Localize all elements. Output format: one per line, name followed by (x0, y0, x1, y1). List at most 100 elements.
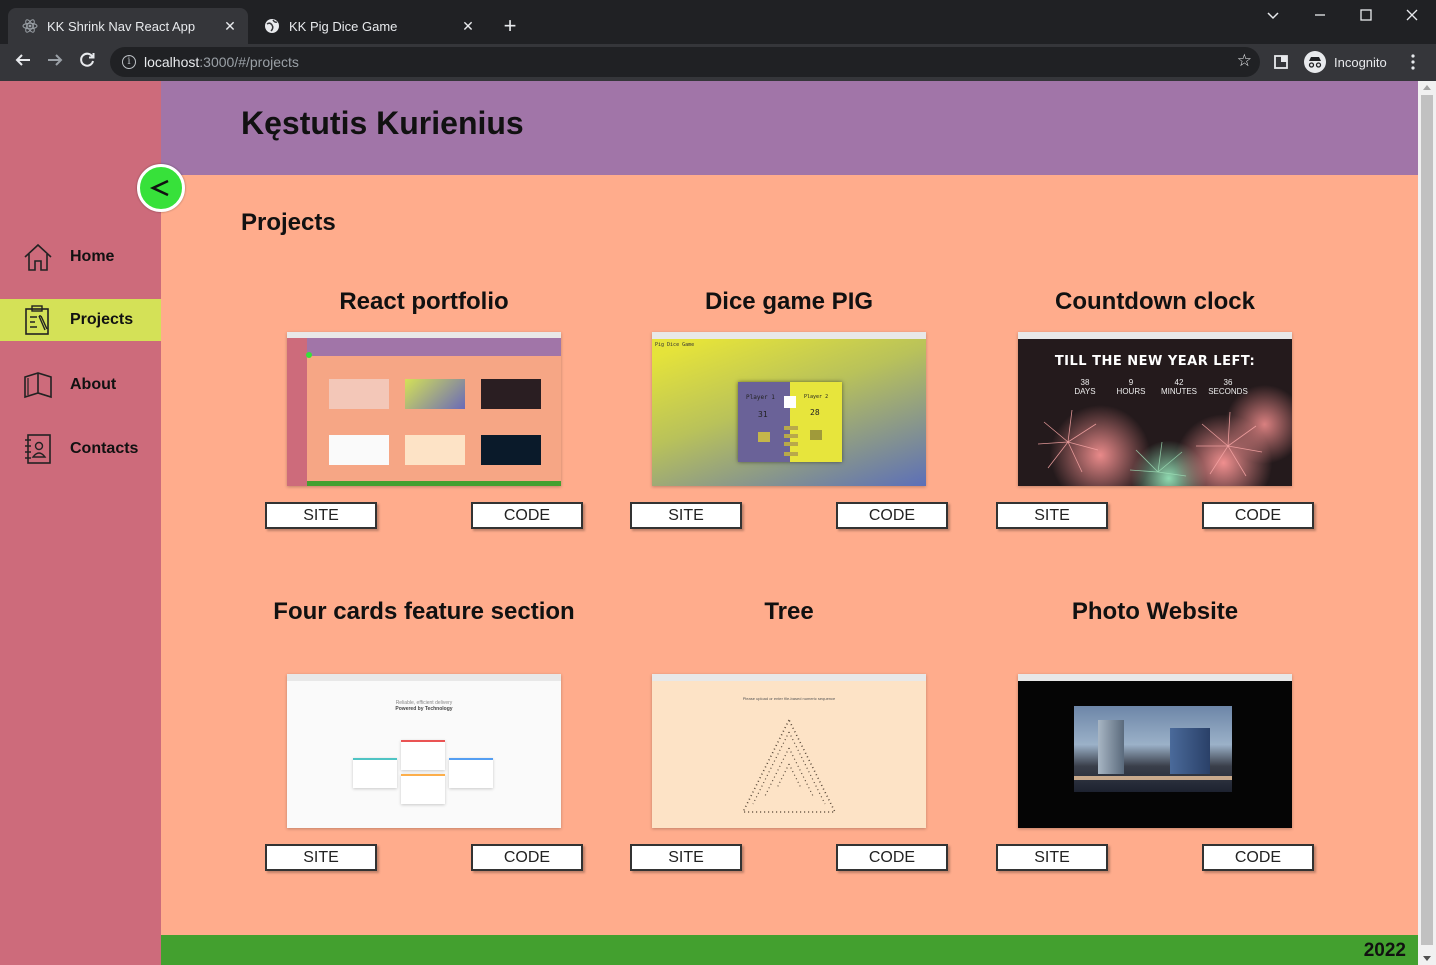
page-header: Kęstutis Kurienius (161, 81, 1418, 175)
project-thumbnail[interactable]: Pig Dice Game Player 1 31 Player 2 28 (652, 332, 926, 486)
globe-icon (264, 18, 280, 34)
browser-tab-inactive[interactable]: KK Pig Dice Game ✕ (250, 8, 486, 44)
project-thumbnail[interactable]: TILL THE NEW YEAR LEFT: 38 DAYS 9 HOURS 42… (1018, 332, 1292, 486)
countdown-label: HOURS (1116, 387, 1146, 396)
site-button[interactable]: SITE (265, 502, 377, 529)
project-button-row: SITE CODE (265, 844, 583, 871)
mini-card (481, 379, 541, 409)
countdown-value: 42 (1174, 378, 1184, 387)
code-button[interactable]: CODE (836, 502, 948, 529)
project-title: Countdown clock (1055, 288, 1255, 315)
mini-browser-bar (1018, 674, 1292, 681)
site-button[interactable]: SITE (630, 502, 742, 529)
sidebar-toggle-button[interactable] (137, 164, 185, 212)
mini-card (405, 435, 465, 465)
reload-icon[interactable] (74, 50, 100, 76)
mini-building (1170, 728, 1210, 774)
minimize-icon[interactable] (1305, 6, 1335, 28)
tab-search-icon[interactable] (1258, 6, 1288, 28)
reading-list-icon[interactable] (1272, 48, 1290, 76)
project-title: React portfolio (339, 288, 509, 315)
browser-menu-icon[interactable] (1406, 48, 1420, 76)
site-button[interactable]: SITE (265, 844, 377, 871)
sidebar-item-label: Home (70, 248, 115, 265)
browser-tab-active[interactable]: KK Shrink Nav React App ✕ (8, 8, 248, 44)
sidebar: Home Projects About Contacts (0, 81, 161, 965)
project-card: Tree Please upload or enter file-based n… (606, 596, 972, 896)
scroll-down-arrow-icon[interactable] (1423, 956, 1431, 961)
mini-feature-card (401, 740, 445, 770)
project-button-row: SITE CODE (630, 844, 948, 871)
sidebar-item-home[interactable]: Home (0, 236, 161, 278)
project-button-row: SITE CODE (996, 502, 1314, 529)
site-button[interactable]: SITE (996, 502, 1108, 529)
book-icon (24, 372, 52, 399)
site-info-icon[interactable]: i (122, 55, 136, 69)
mini-sidebar (287, 338, 307, 486)
project-thumbnail[interactable] (287, 332, 561, 486)
mini-current (758, 432, 770, 442)
sidebar-item-label: Projects (70, 311, 134, 328)
address-bar[interactable]: i localhost:3000/#/projects ☆ (110, 47, 1260, 77)
code-button[interactable]: CODE (836, 844, 948, 871)
mini-current (810, 430, 822, 440)
new-tab-button[interactable]: + (498, 14, 522, 38)
mini-light-trail (1074, 776, 1232, 780)
tab-close-icon[interactable]: ✕ (460, 18, 476, 34)
project-card: Four cards feature section Reliable, eff… (241, 596, 607, 896)
sidebar-item-label: Contacts (70, 440, 139, 457)
countdown-unit: 9 HOURS (1116, 378, 1146, 396)
url-path: :3000/#/projects (199, 54, 299, 70)
project-thumbnail[interactable]: Please upload or enter file-based numeri… (652, 674, 926, 828)
back-arrow-icon[interactable] (10, 50, 36, 76)
mini-toggle (306, 352, 312, 358)
site-button[interactable]: SITE (996, 844, 1108, 871)
code-button[interactable]: CODE (471, 502, 583, 529)
site-button[interactable]: SITE (630, 844, 742, 871)
page-scrollbar[interactable] (1418, 81, 1436, 965)
contacts-icon (25, 434, 51, 464)
chevron-left-icon (149, 179, 169, 197)
mini-header (307, 338, 561, 356)
tab-close-icon[interactable]: ✕ (222, 18, 238, 34)
project-title: Tree (764, 598, 814, 625)
project-button-row: SITE CODE (265, 502, 583, 529)
incognito-icon (1304, 51, 1326, 73)
project-card: Dice game PIG Pig Dice Game Player 1 31 … (606, 286, 972, 556)
sidebar-item-contacts[interactable]: Contacts (0, 428, 161, 470)
mini-browser-bar (1018, 332, 1292, 339)
bookmark-star-icon[interactable]: ☆ (1237, 51, 1252, 71)
project-thumbnail[interactable] (1018, 674, 1292, 828)
sidebar-item-projects[interactable]: Projects (0, 299, 161, 341)
countdown-value: 9 (1128, 378, 1134, 387)
sidebar-item-about[interactable]: About (0, 364, 161, 406)
countdown-heading: TILL THE NEW YEAR LEFT: (1054, 354, 1256, 369)
fireworks-graphic (1037, 409, 1263, 477)
scrollbar-thumb[interactable] (1421, 95, 1433, 945)
mini-game-title: Pig Dice Game (655, 342, 695, 348)
code-button[interactable]: CODE (1202, 502, 1314, 529)
maximize-icon[interactable] (1351, 6, 1381, 28)
footer-year: 2022 (1363, 940, 1406, 961)
project-thumbnail[interactable]: Reliable, efficient delivery Powered by … (287, 674, 561, 828)
code-button[interactable]: CODE (471, 844, 583, 871)
countdown-unit: 42 MINUTES (1160, 378, 1198, 396)
forward-arrow-icon[interactable] (42, 50, 68, 76)
mini-card (329, 435, 389, 465)
countdown-unit: 36 SECONDS (1208, 378, 1248, 396)
code-button[interactable]: CODE (1202, 844, 1314, 871)
mini-game-btn (784, 426, 798, 430)
scroll-up-arrow-icon[interactable] (1423, 85, 1431, 90)
tab-title: KK Shrink Nav React App (47, 18, 196, 34)
mini-browser-bar (652, 674, 926, 681)
project-button-row: SITE CODE (996, 844, 1314, 871)
project-card: React portfolio SITE CODE (241, 286, 607, 556)
window-close-icon[interactable] (1397, 6, 1427, 28)
incognito-badge[interactable]: Incognito (1304, 48, 1387, 76)
mini-card (481, 435, 541, 465)
project-title: Four cards feature section (273, 598, 575, 625)
tab-title: KK Pig Dice Game (289, 18, 398, 34)
mini-player1-label: Player 1 (746, 394, 775, 401)
project-card: Photo Website SITE CODE (972, 596, 1338, 896)
mini-card (329, 379, 389, 409)
